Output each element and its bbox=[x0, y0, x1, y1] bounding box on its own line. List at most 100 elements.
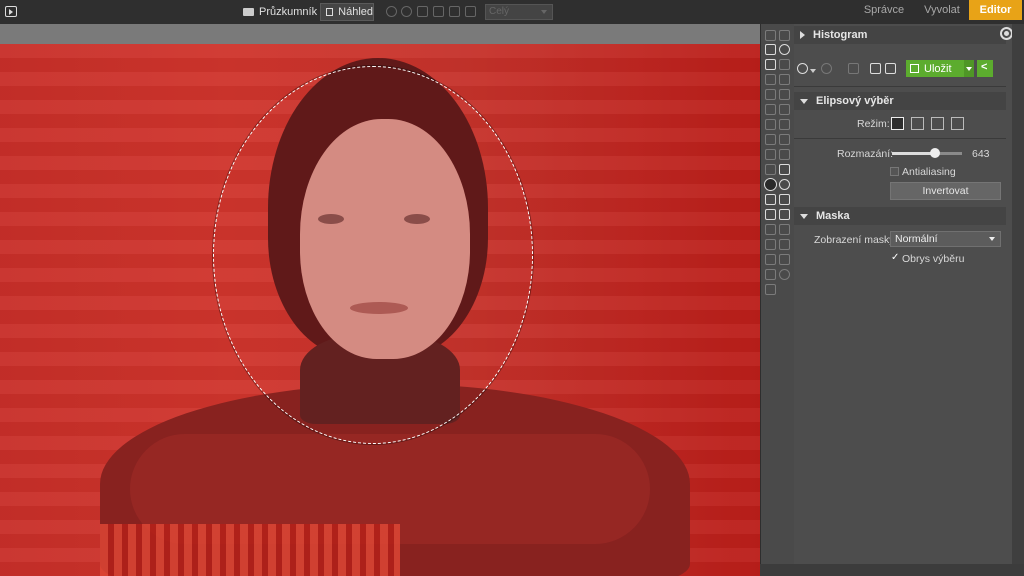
histogram-header[interactable]: Histogram bbox=[794, 26, 1006, 44]
tool-icon[interactable] bbox=[779, 269, 790, 280]
invert-label: Invertovat bbox=[922, 185, 969, 197]
zoom-select[interactable]: Celý bbox=[485, 4, 553, 20]
ellipse-selection[interactable] bbox=[213, 66, 533, 444]
zoom-100-icon[interactable] bbox=[433, 6, 444, 17]
zoom-tool-icon[interactable] bbox=[779, 44, 790, 55]
stamp-icon[interactable] bbox=[765, 119, 776, 130]
mode-new-icon[interactable] bbox=[891, 117, 904, 130]
feather-label: Rozmazání: bbox=[837, 148, 894, 160]
crop-icon[interactable] bbox=[765, 89, 776, 100]
zoom-fill-icon[interactable] bbox=[449, 6, 460, 17]
selection-outline-checkbox[interactable] bbox=[890, 252, 899, 263]
tool-icon[interactable] bbox=[765, 239, 776, 250]
image-canvas[interactable] bbox=[0, 24, 760, 576]
mode-intersect-icon[interactable] bbox=[951, 117, 964, 130]
zoom-fit-icon[interactable] bbox=[417, 6, 428, 17]
antialiasing-checkbox[interactable] bbox=[890, 167, 899, 176]
tool-icon[interactable] bbox=[779, 30, 790, 41]
history-icon[interactable] bbox=[848, 63, 859, 74]
mask-display-select[interactable]: Normální bbox=[890, 231, 1001, 247]
expand-icon bbox=[800, 31, 805, 39]
zoom-select-value: Celý bbox=[489, 6, 510, 17]
tool-icon[interactable] bbox=[765, 254, 776, 265]
eraser-icon[interactable] bbox=[779, 119, 790, 130]
undo-dropdown-icon[interactable] bbox=[810, 69, 816, 73]
save-dropdown[interactable] bbox=[964, 60, 974, 77]
image-icon bbox=[326, 8, 334, 16]
tool-column bbox=[760, 24, 794, 564]
divider bbox=[794, 86, 1006, 87]
antialiasing-label: Antialiasing bbox=[902, 166, 956, 178]
tool-icon[interactable] bbox=[779, 89, 790, 100]
tab-manager[interactable]: Správce bbox=[852, 0, 916, 20]
feather-slider-fill bbox=[892, 152, 936, 155]
rotate-left-icon[interactable] bbox=[870, 63, 881, 74]
tool-icon[interactable] bbox=[779, 74, 790, 85]
save-label: Uložit bbox=[924, 62, 952, 75]
gradient-icon[interactable] bbox=[779, 209, 790, 220]
tool-icon[interactable] bbox=[765, 224, 776, 235]
tool-icon[interactable] bbox=[765, 104, 776, 115]
eye-icon[interactable] bbox=[779, 104, 790, 115]
explorer-button[interactable]: Průzkumník bbox=[243, 0, 330, 24]
line-icon[interactable] bbox=[779, 134, 790, 145]
panel-scrollbar[interactable] bbox=[1012, 24, 1024, 564]
hand-icon[interactable] bbox=[765, 59, 776, 70]
zoom-out-icon[interactable] bbox=[401, 6, 412, 17]
feather-slider-knob[interactable] bbox=[930, 148, 941, 158]
magic-wand-icon[interactable] bbox=[765, 209, 776, 220]
pencil-icon[interactable] bbox=[765, 134, 776, 145]
ellipse-select-icon[interactable] bbox=[764, 178, 777, 191]
zoom-in-icon[interactable] bbox=[386, 6, 397, 17]
share-button[interactable] bbox=[977, 60, 993, 77]
mask-display-label: Zobrazení masky: bbox=[814, 234, 898, 246]
rotate-right-icon[interactable] bbox=[885, 63, 896, 74]
invert-button[interactable]: Invertovat bbox=[890, 182, 1001, 200]
chevron-down-icon bbox=[989, 237, 995, 241]
lasso-icon[interactable] bbox=[779, 179, 790, 190]
preview-button[interactable]: Náhled bbox=[320, 3, 374, 21]
mode-subtract-icon[interactable] bbox=[931, 117, 944, 130]
tool-icon[interactable] bbox=[779, 59, 790, 70]
folder-icon bbox=[243, 8, 254, 16]
tool-icon[interactable] bbox=[765, 284, 776, 295]
ellipse-select-title: Elipsový výběr bbox=[816, 95, 894, 107]
preview-label: Náhled bbox=[338, 6, 373, 18]
chevron-down-icon bbox=[541, 10, 547, 14]
floppy-icon bbox=[910, 64, 919, 73]
mask-title: Maska bbox=[816, 210, 850, 222]
undo-icon[interactable] bbox=[797, 63, 808, 74]
explorer-label: Průzkumník bbox=[259, 6, 318, 18]
collapse-icon bbox=[800, 213, 808, 219]
tool-icon[interactable] bbox=[779, 149, 790, 160]
fill-icon[interactable] bbox=[765, 164, 776, 175]
redo-icon[interactable] bbox=[821, 63, 832, 74]
rect-select-icon[interactable] bbox=[779, 164, 790, 175]
polygon-lasso-icon[interactable] bbox=[765, 194, 776, 205]
magnetic-lasso-icon[interactable] bbox=[779, 194, 790, 205]
grid-icon[interactable] bbox=[765, 44, 776, 55]
photo bbox=[0, 44, 760, 576]
divider bbox=[794, 138, 1006, 139]
tool-icon[interactable] bbox=[765, 30, 776, 41]
ellipse-select-header[interactable]: Elipsový výběr bbox=[794, 92, 1006, 110]
tool-icon[interactable] bbox=[779, 254, 790, 265]
tool-icon[interactable] bbox=[779, 239, 790, 250]
feather-value: 643 bbox=[972, 148, 990, 160]
mask-display-value: Normální bbox=[895, 233, 938, 245]
top-bar: Průzkumník Náhled Celý Správce Vyvolat E… bbox=[0, 0, 1024, 24]
mode-label: Režim: bbox=[857, 118, 890, 130]
tool-icon[interactable] bbox=[765, 74, 776, 85]
collapse-icon bbox=[800, 98, 808, 104]
chevron-down-icon bbox=[966, 67, 972, 71]
tool-icon[interactable] bbox=[765, 269, 776, 280]
mask-header[interactable]: Maska bbox=[794, 207, 1006, 225]
mode-add-icon[interactable] bbox=[911, 117, 924, 130]
text-icon[interactable] bbox=[779, 224, 790, 235]
save-button[interactable]: Uložit bbox=[906, 60, 964, 77]
app-menu-icon[interactable] bbox=[5, 6, 17, 17]
tab-editor[interactable]: Editor bbox=[969, 0, 1022, 20]
lock-icon[interactable] bbox=[465, 6, 476, 17]
brush-icon[interactable] bbox=[765, 149, 776, 160]
tab-develop[interactable]: Vyvolat bbox=[916, 0, 968, 20]
